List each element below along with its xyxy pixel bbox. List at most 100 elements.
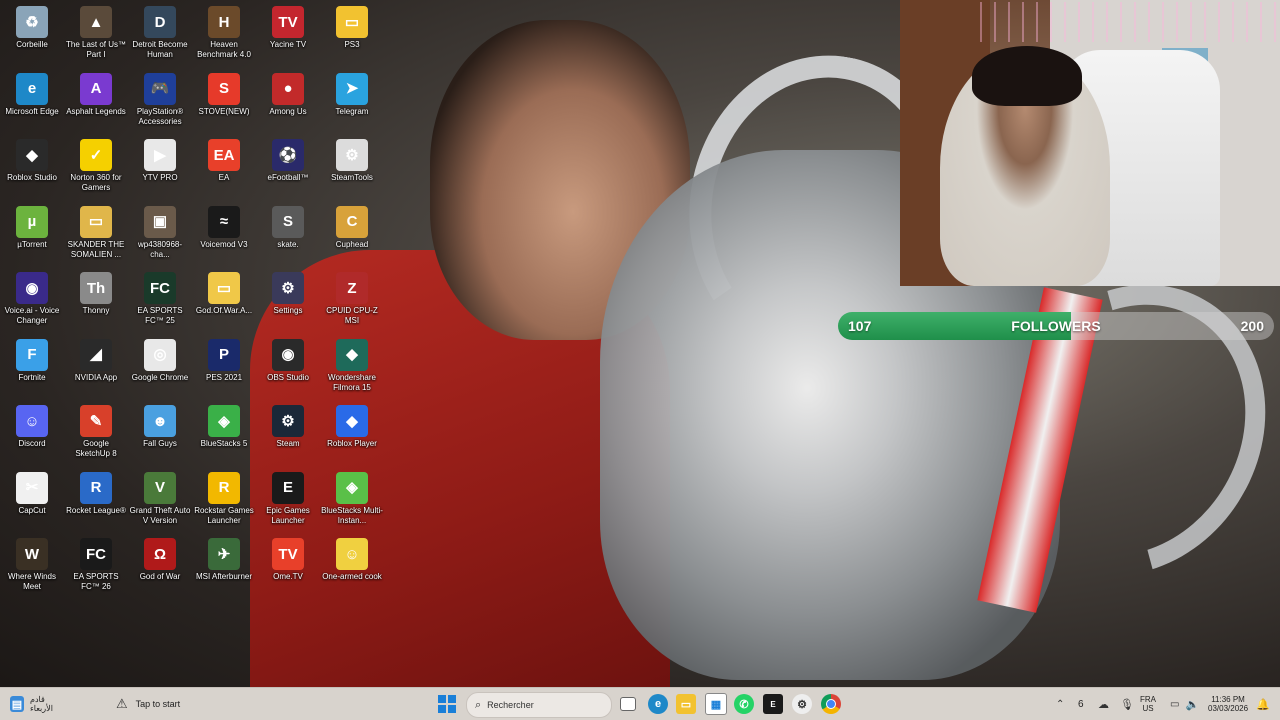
desktop-icon[interactable]: ✓ Norton 360 for Gamers [64,133,128,197]
desktop-icon[interactable]: 🎮 PlayStation® Accessories [128,67,192,131]
desktop-icon[interactable]: FC EA SPORTS FC™ 25 [128,266,192,330]
desktop-icon[interactable]: P PES 2021 [192,333,256,397]
network-icon: ▭ [1170,698,1180,710]
desktop-icon[interactable]: A Asphalt Legends [64,67,128,131]
desktop-icon[interactable]: H Heaven Benchmark 4.0 [192,0,256,64]
desktop-icon[interactable]: FC EA SPORTS FC™ 26 [64,532,128,596]
desktop-icon[interactable]: Z CPUID CPU-Z MSI [320,266,384,330]
desktop-icon[interactable]: Sskate. [256,200,320,264]
desktop-icon[interactable]: ◢ NVIDIA App [64,333,128,397]
clock[interactable]: 11:36 PM 03/03/2026 [1208,688,1248,720]
desktop-icon[interactable]: ◆ Wondershare Filmora 15 [320,333,384,397]
taskbar-whatsapp[interactable]: ✆ [734,688,754,720]
desktop-icon-label: Fall Guys [143,439,177,448]
start-button[interactable] [438,688,456,720]
desktop-icon[interactable]: VGrand Theft Auto V Version engin... [128,466,192,530]
desktop-icon[interactable]: ☺ Discord [0,399,64,463]
desktop-icon[interactable]: ◈ BlueStacks 5 [192,399,256,463]
voice-ai-icon: ◉ [16,272,48,304]
desktop-icon[interactable]: S STOVE(NEW) [192,67,256,131]
desktop-icon[interactable]: F Fortnite [0,333,64,397]
desktop-icon[interactable]: Th Thonny [64,266,128,330]
desktop-icon[interactable]: ◎ Google Chrome [128,333,192,397]
taskbar-edge[interactable]: e [648,688,668,720]
desktop-icon[interactable]: ☻ Fall Guys [128,399,192,463]
desktop-icon[interactable]: ▶ YTV PRO [128,133,192,197]
desktop-icon[interactable]: D Detroit Become Human [128,0,192,64]
weather-widget[interactable]: ▤ قادم الأربعاء [10,688,53,720]
desktop-icon[interactable]: ▲ The Last of Us™ Part I [64,0,128,64]
taskbar-file-explorer[interactable]: ▭ [676,688,696,720]
desktop-icon[interactable]: e Microsoft Edge [0,67,64,131]
desktop-icon[interactable]: E Epic Games Launcher [256,466,320,530]
desktop-icon[interactable]: ◈ BlueStacks Multi-Instan... [320,466,384,530]
desktop-icon-label: µTorrent [17,239,47,249]
desktop-icon[interactable]: EA EA [192,133,256,197]
desktop-icon[interactable]: ▣ wp4380968-cha... [128,200,192,264]
task-view-button[interactable] [620,688,636,720]
tap-to-start-notification[interactable]: ⚠ Tap to start [116,688,180,720]
show-hidden-icons-button[interactable]: ⌃ [1056,688,1064,720]
desktop-icon[interactable]: R Rockstar Games Launcher [192,466,256,530]
desktop-icon[interactable]: ⚽ eFootball™ [256,133,320,197]
telegram-icon: ➤ [336,72,368,105]
desktop-icon[interactable]: ◉ OBS Studio [256,333,320,397]
desktop-icon-label: Heaven Benchmark 4.0 [197,40,251,59]
desktop-icon[interactable]: ▭ SKANDER THE SOMALIEN ... [64,200,128,264]
pes-icon: P [208,338,240,371]
desktop-icon[interactable]: C Cuphead [320,200,384,264]
desktop-icon-label: God.Of.War.A... [195,306,253,315]
desktop-icon-label: Steam [276,439,300,448]
afterburner-icon: ✈ [208,538,240,570]
desktop-icon[interactable]: ✈ MSI Afterburner [192,532,256,596]
language-switcher[interactable]: FRA US [1140,688,1156,720]
tray-microphone[interactable]: 🎙 [1120,688,1134,720]
desktop-icon[interactable]: ⚙ Steam [256,399,320,463]
desktop-icon[interactable]: ⚙ Settings [256,266,320,330]
notification-center-button[interactable]: 🔔 [1256,688,1270,720]
taskbar-store[interactable]: ▦ [705,688,727,720]
microphone-icon: 🎙 [1120,698,1134,711]
desktop-icon[interactable]: ▭ PS3 [320,0,384,64]
taskbar-steamtools[interactable]: ⚙ [792,688,812,720]
volume-icon: 🔈 [1185,698,1200,711]
desktop-icon-label: The Last of Us™ Part I [65,40,127,59]
desktop-icon[interactable]: ⚙ SteamTools [320,133,384,197]
desktop-icon[interactable]: ◉ Voice.ai - Voice Changer [0,266,64,330]
desktop-icon[interactable]: R Rocket League® [64,466,128,530]
desktop-icon[interactable]: ● Among Us [256,67,320,131]
desktop-icon[interactable]: ◆ Roblox Player [320,399,384,463]
warning-icon: ⚠ [116,696,128,711]
desktop-icon[interactable]: ▭ God.Of.War.A... [192,266,256,330]
desktop-icon[interactable]: ◆ Roblox Studio [0,133,64,197]
tray-badge[interactable]: 6 [1078,688,1084,720]
filmora-icon: ◆ [336,338,368,371]
desktop-icon[interactable]: ➤ Telegram [320,67,384,131]
tray-network-volume[interactable]: ▭ 🔈 [1170,688,1199,720]
desktop-icon[interactable]: TV Ome.TV [256,532,320,596]
desktop-icon[interactable]: ♻ Corbeille [0,0,64,64]
desktop-icon[interactable]: ✎ Google SketchUp 8 [64,399,128,463]
desktop-icon[interactable]: W Where Winds Meet [0,532,64,596]
desktop-icon[interactable]: ✂ CapCut [0,466,64,530]
desktop-icon[interactable]: ≈ Voicemod V3 [192,200,256,264]
desktop-icon-label: Asphalt Legends [66,106,126,116]
tray-onedrive[interactable]: ☁ [1098,688,1109,720]
desktop-icon-label: EA [218,173,230,182]
desktop-icon-label: Detroit Become Human [132,40,188,59]
desktop-icon-label: CPUID CPU-Z MSI [326,306,378,325]
webcam-overlay [900,0,1280,286]
taskbar-chrome[interactable] [821,688,841,720]
desktop-icon[interactable]: µ µTorrent [0,200,64,264]
desktop-icon-label: eFootball™ [267,173,309,182]
taskbar-search[interactable]: ⌕ Rechercher [466,692,612,718]
efootball-icon: ⚽ [272,139,304,171]
taskbar-epic-games[interactable]: E [763,688,783,720]
desktop-icon[interactable]: TV Yacine TV [256,0,320,64]
language-line-1: FRA [1140,695,1156,704]
desktop-icon[interactable]: Ω God of War [128,532,192,596]
ea-fc-icon: FC [80,538,112,570]
desktop-icon-label: Cuphead [335,239,369,249]
roblox-studio-icon: ◆ [16,139,48,171]
desktop-icon[interactable]: ☺ One-armed cook [320,532,384,596]
